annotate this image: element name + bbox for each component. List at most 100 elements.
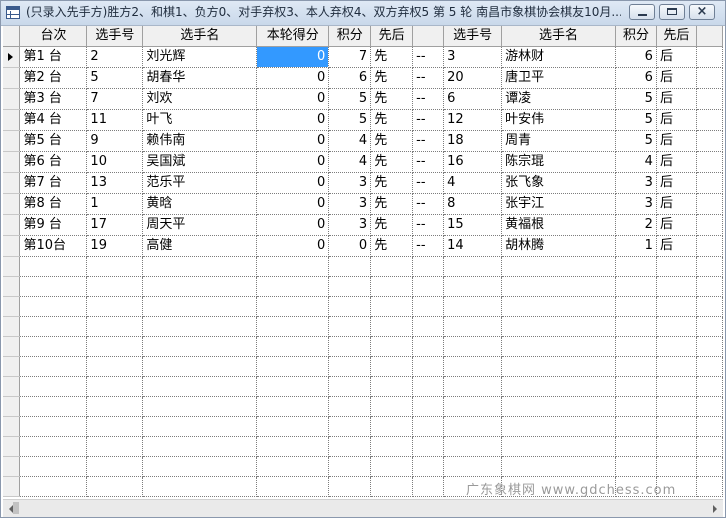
- empty-cell[interactable]: [142, 296, 258, 317]
- empty-row[interactable]: [3, 316, 723, 337]
- cell-opponent-name[interactable]: 游林财: [501, 46, 616, 68]
- table-row[interactable]: 第7 台 13 范乐平 0 3 先 -- 4 张飞象 3 后: [3, 172, 723, 194]
- cell-table-no[interactable]: 第3 台: [19, 88, 88, 110]
- empty-cell[interactable]: [19, 256, 88, 277]
- empty-cell[interactable]: [86, 296, 144, 317]
- cell-color[interactable]: 先: [370, 214, 414, 236]
- cell-round-score[interactable]: 0: [256, 235, 330, 257]
- empty-cell[interactable]: [656, 316, 697, 337]
- table-row[interactable]: 第9 台 17 周天平 0 3 先 -- 15 黄福根 2 后: [3, 214, 723, 236]
- cell-opponent-color[interactable]: 后: [656, 151, 697, 173]
- cell-points[interactable]: 3: [328, 193, 372, 215]
- empty-cell[interactable]: [142, 476, 258, 497]
- cell-table-no[interactable]: 第8 台: [19, 193, 88, 215]
- cell-points[interactable]: 0: [328, 235, 372, 257]
- cell-opponent-name[interactable]: 张飞象: [501, 172, 616, 194]
- cell-opponent-points[interactable]: 6: [615, 46, 657, 68]
- empty-cell[interactable]: [256, 396, 330, 417]
- empty-cell[interactable]: [86, 416, 144, 437]
- cell-opponent-no[interactable]: 8: [443, 193, 503, 215]
- cell-separator[interactable]: --: [412, 151, 445, 173]
- cell-table-no[interactable]: 第1 台: [19, 46, 88, 68]
- row-indicator[interactable]: [3, 88, 21, 110]
- cell-round-score[interactable]: 0: [256, 67, 330, 89]
- empty-cell[interactable]: [256, 256, 330, 277]
- empty-cell[interactable]: [370, 356, 414, 377]
- cell-separator[interactable]: --: [412, 88, 445, 110]
- cell-opponent-no[interactable]: 12: [443, 109, 503, 131]
- empty-cell[interactable]: [412, 396, 445, 417]
- empty-cell[interactable]: [412, 476, 445, 497]
- row-indicator[interactable]: [3, 235, 21, 257]
- cell-separator[interactable]: --: [412, 214, 445, 236]
- column-header-color[interactable]: 先后: [370, 26, 414, 47]
- empty-cell[interactable]: [443, 416, 503, 437]
- cell-opponent-color[interactable]: 后: [656, 67, 697, 89]
- cell-player-no[interactable]: 19: [86, 235, 144, 257]
- empty-cell[interactable]: [370, 436, 414, 457]
- empty-cell[interactable]: [142, 416, 258, 437]
- row-indicator[interactable]: [3, 109, 21, 131]
- empty-cell[interactable]: [615, 256, 657, 277]
- cell-opponent-name[interactable]: 张宇江: [501, 193, 616, 215]
- empty-cell[interactable]: [328, 476, 372, 497]
- row-indicator[interactable]: [3, 356, 21, 377]
- column-header-opponent-points[interactable]: 积分: [615, 26, 657, 47]
- empty-cell[interactable]: [656, 456, 697, 477]
- row-indicator[interactable]: [3, 256, 21, 277]
- cell-separator[interactable]: --: [412, 67, 445, 89]
- cell-separator[interactable]: --: [412, 235, 445, 257]
- empty-cell[interactable]: [86, 376, 144, 397]
- cell-separator[interactable]: --: [412, 109, 445, 131]
- empty-cell[interactable]: [19, 296, 88, 317]
- empty-cell[interactable]: [443, 316, 503, 337]
- cell-points[interactable]: 5: [328, 88, 372, 110]
- empty-cell[interactable]: [370, 316, 414, 337]
- row-indicator[interactable]: [3, 130, 21, 152]
- empty-cell[interactable]: [142, 436, 258, 457]
- cell-player-no[interactable]: 9: [86, 130, 144, 152]
- empty-cell[interactable]: [142, 456, 258, 477]
- empty-cell[interactable]: [696, 336, 723, 357]
- empty-cell[interactable]: [19, 436, 88, 457]
- empty-cell[interactable]: [328, 356, 372, 377]
- empty-cell[interactable]: [86, 436, 144, 457]
- empty-row[interactable]: [3, 256, 723, 277]
- cell-opponent-no[interactable]: 16: [443, 151, 503, 173]
- cell-player-name[interactable]: 胡春华: [142, 67, 258, 89]
- empty-cell[interactable]: [328, 376, 372, 397]
- cell-opponent-points[interactable]: 5: [615, 88, 657, 110]
- empty-cell[interactable]: [86, 356, 144, 377]
- row-indicator[interactable]: [3, 214, 21, 236]
- cell-color[interactable]: 先: [370, 235, 414, 257]
- cell-points[interactable]: 4: [328, 130, 372, 152]
- empty-cell[interactable]: [501, 336, 616, 357]
- cell-opponent-color[interactable]: 后: [656, 235, 697, 257]
- empty-cell[interactable]: [328, 296, 372, 317]
- empty-cell[interactable]: [656, 416, 697, 437]
- empty-cell[interactable]: [142, 336, 258, 357]
- cell-color[interactable]: 先: [370, 130, 414, 152]
- cell-opponent-color[interactable]: 后: [656, 214, 697, 236]
- empty-cell[interactable]: [370, 336, 414, 357]
- cell-opponent-color[interactable]: 后: [656, 46, 697, 68]
- empty-cell[interactable]: [443, 356, 503, 377]
- empty-cell[interactable]: [656, 376, 697, 397]
- cell-points[interactable]: 5: [328, 109, 372, 131]
- cell-player-name[interactable]: 刘欢: [142, 88, 258, 110]
- table-row[interactable]: 第6 台 10 吴国斌 0 4 先 -- 16 陈宗琨 4 后: [3, 151, 723, 173]
- empty-cell[interactable]: [86, 396, 144, 417]
- empty-cell[interactable]: [370, 416, 414, 437]
- row-indicator[interactable]: [3, 336, 21, 357]
- empty-cell[interactable]: [328, 336, 372, 357]
- cell-opponent-name[interactable]: 谭凌: [501, 88, 616, 110]
- empty-cell[interactable]: [501, 256, 616, 277]
- empty-cell[interactable]: [412, 296, 445, 317]
- empty-cell[interactable]: [696, 276, 723, 297]
- empty-cell[interactable]: [615, 416, 657, 437]
- empty-cell[interactable]: [19, 456, 88, 477]
- empty-cell[interactable]: [19, 316, 88, 337]
- empty-cell[interactable]: [443, 256, 503, 277]
- empty-cell[interactable]: [256, 416, 330, 437]
- empty-cell[interactable]: [328, 256, 372, 277]
